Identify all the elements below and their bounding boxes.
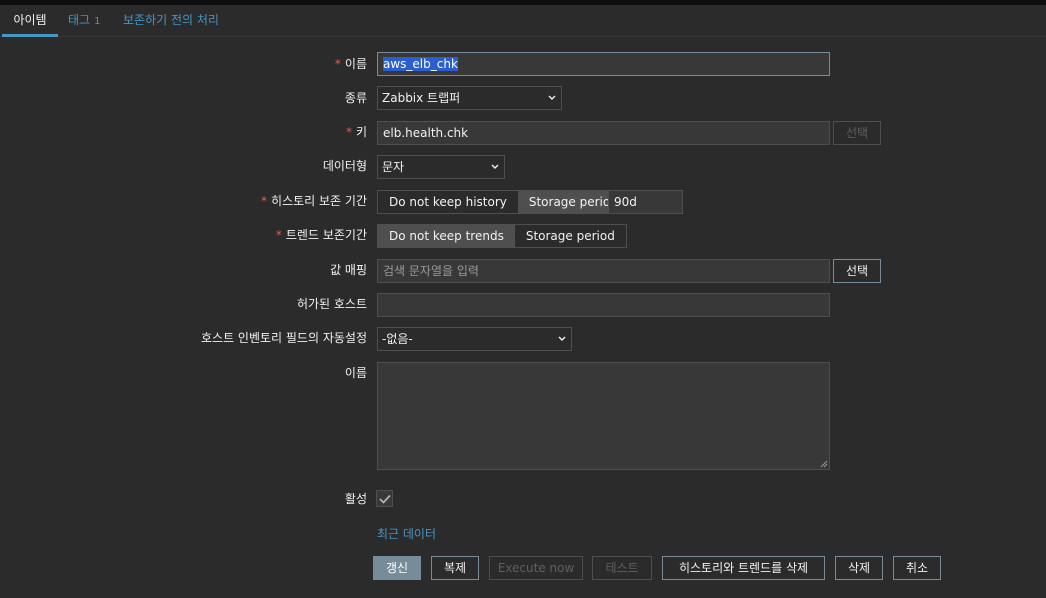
key-label: * 키: [345, 125, 367, 139]
tab-bar: 아이템 태그 1 보존하기 전의 처리: [0, 5, 1046, 37]
key-select-button[interactable]: 선택: [833, 121, 881, 145]
latest-data-link[interactable]: 최근 데이터: [377, 525, 436, 542]
type-select-value: Zabbix 트랩퍼: [382, 91, 461, 105]
update-button[interactable]: 갱신: [373, 556, 421, 580]
delete-button[interactable]: 삭제: [835, 556, 883, 580]
clear-history-button[interactable]: 히스토리와 트렌드를 삭제: [662, 556, 825, 580]
history-period-input[interactable]: 90d: [608, 190, 683, 214]
type-select[interactable]: Zabbix 트랩퍼: [377, 86, 562, 110]
required-mark: *: [261, 194, 268, 208]
inventory-label: 호스트 인벤토리 필드의 자동설정: [200, 331, 367, 345]
test-button[interactable]: 테스트: [592, 556, 652, 580]
chevron-down-icon: [491, 164, 499, 169]
required-mark: *: [334, 57, 341, 71]
history-mode-toggle: Do not keep history Storage period: [377, 190, 630, 214]
clone-button[interactable]: 복제: [431, 556, 479, 580]
value-type-label: 데이터형: [322, 159, 367, 173]
name-label: * 이름: [334, 57, 367, 71]
tab-item[interactable]: 아이템: [2, 5, 58, 37]
history-label: * 히스토리 보존 기간: [261, 194, 367, 208]
tab-tags-count: 1: [94, 16, 101, 27]
trends-label: * 트렌드 보존기간: [275, 228, 367, 242]
enabled-checkbox[interactable]: [376, 490, 393, 507]
tab-preprocessing[interactable]: 보존하기 전의 처리: [123, 5, 219, 37]
chevron-down-icon: [548, 95, 556, 100]
trends-storage-period-option[interactable]: Storage period: [514, 225, 626, 247]
inventory-select-value: -없음-: [382, 332, 413, 346]
tab-tags[interactable]: 태그 1: [68, 5, 100, 37]
chevron-down-icon: [558, 336, 566, 341]
allowed-hosts-label: 허가된 호스트: [296, 297, 367, 311]
required-mark: *: [345, 125, 352, 139]
value-mapping-label: 값 매핑: [330, 263, 367, 277]
description-textarea[interactable]: [377, 362, 830, 470]
type-label: 종류: [344, 91, 367, 105]
value-type-select-value: 문자: [382, 160, 405, 174]
description-label: 이름: [344, 366, 367, 380]
name-input[interactable]: aws_elb_chk: [377, 52, 830, 76]
inventory-select[interactable]: -없음-: [377, 327, 572, 351]
allowed-hosts-input[interactable]: [377, 293, 830, 317]
value-mapping-select-button[interactable]: 선택: [833, 259, 881, 283]
name-input-value: aws_elb_chk: [383, 57, 458, 71]
checkmark-icon: [379, 494, 391, 504]
key-input[interactable]: elb.health.chk: [377, 121, 830, 145]
trends-do-not-keep-option[interactable]: Do not keep trends: [378, 225, 515, 247]
resize-handle-icon[interactable]: [820, 460, 828, 468]
history-do-not-keep-option[interactable]: Do not keep history: [378, 191, 518, 213]
trends-mode-toggle: Do not keep trends Storage period: [377, 224, 627, 248]
cancel-button[interactable]: 취소: [893, 556, 941, 580]
required-mark: *: [275, 228, 282, 242]
value-type-select[interactable]: 문자: [377, 155, 505, 179]
value-mapping-placeholder: 검색 문자열을 입력: [383, 264, 479, 278]
execute-now-button[interactable]: Execute now: [489, 556, 583, 580]
value-mapping-input[interactable]: 검색 문자열을 입력: [377, 259, 830, 283]
enabled-label: 활성: [344, 492, 367, 506]
